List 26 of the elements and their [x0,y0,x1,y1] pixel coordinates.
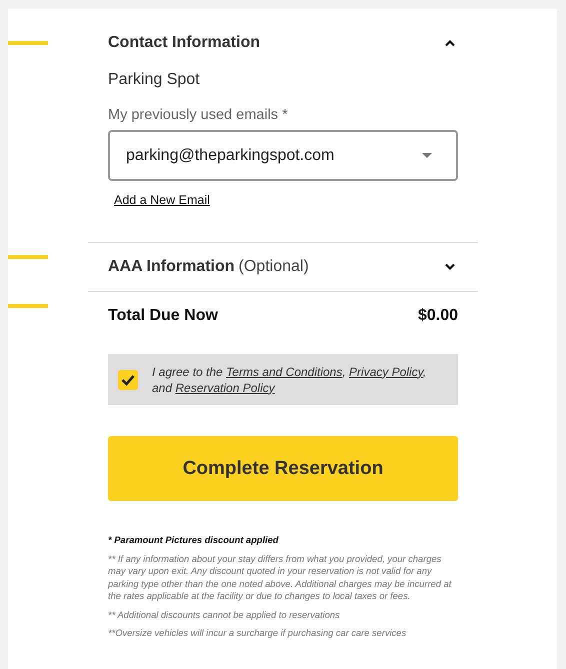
checkmark-icon [121,374,135,386]
chevron-up-icon[interactable] [444,39,456,47]
policy-link[interactable]: Terms and Conditions [226,364,342,378]
step-marker [8,304,48,308]
step-marker [8,41,48,45]
total-amount: $0.00 [418,307,458,325]
footnote: ** If any information about your stay differs from what you provided, your charges may vary upon exit. Any discount quoted in your reservation is not valid for any parking type other than the one noted above. Additional charges may be incurred at the rates applicable at the facility or due to changes to local taxes or fees. [108,552,452,602]
total-label: Total Due Now [108,307,218,325]
footnote: * Paramount Pictures discount applied [108,534,280,546]
optional-label: (Optional) [238,258,309,276]
agreement-text: I agree to the Terms and Conditions, Privacy Policy, and Reservation Policy [152,364,428,396]
field-label: My previously used emails * [108,107,289,123]
chevron-down-icon[interactable] [444,263,456,271]
policy-link[interactable]: Reservation Policy [175,380,275,394]
policy-link[interactable]: Privacy Policy [349,364,423,378]
footnote: ** Additional discounts cannot be applied to reservations [108,608,341,621]
complete-reservation-button[interactable]: Complete Reservation [108,436,458,501]
section-title: AAA Information [108,258,235,276]
footnote: **Oversize vehicles will incur a surcharge if purchasing car care services [108,627,408,640]
step-marker [8,255,48,259]
email-dropdown[interactable]: parking@theparkingspot.com [108,130,458,181]
agreement-checkbox[interactable] [118,370,138,390]
company-name: Parking Spot [108,71,201,89]
dropdown-caret-icon [422,153,432,158]
add-email-link[interactable]: Add a New Email [114,193,210,207]
section-title: Contact Information [108,34,260,52]
